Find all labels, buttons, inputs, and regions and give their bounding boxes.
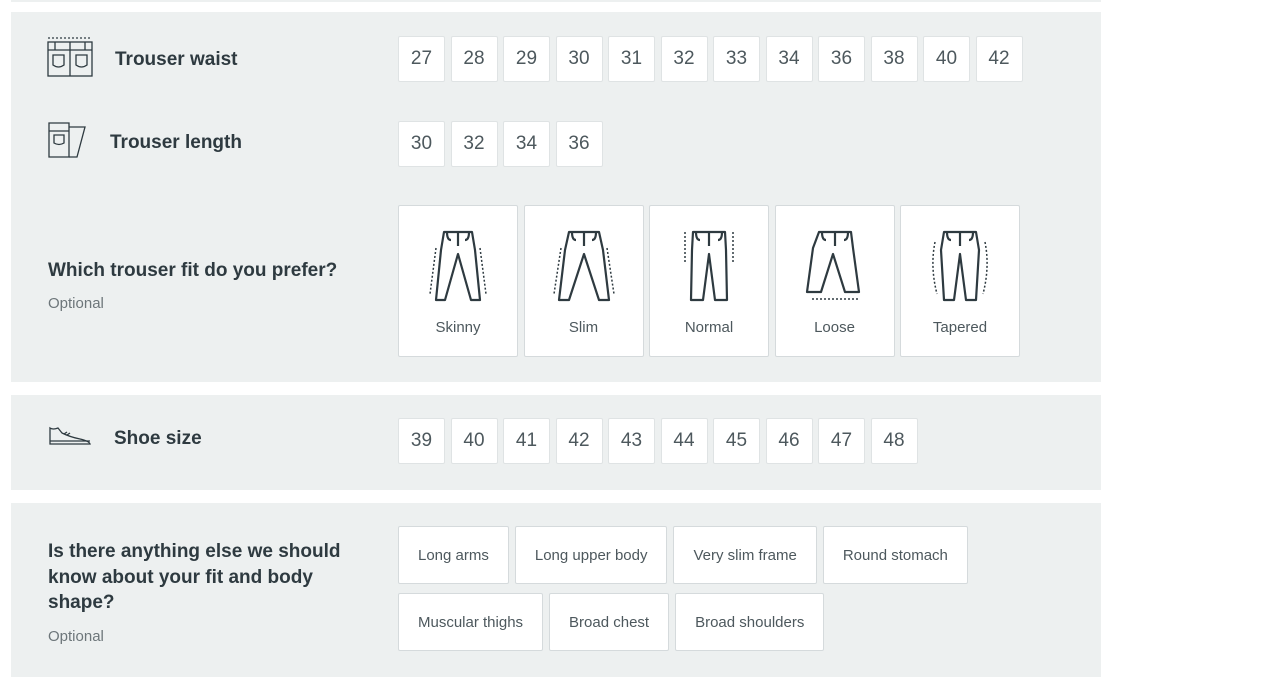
trouser-length-option-32[interactable]: 32 xyxy=(450,121,498,167)
body-shape-tag-round-stomach[interactable]: Round stomach xyxy=(822,526,968,584)
trouser-fit-optional-label: Optional xyxy=(48,295,104,312)
trouser-waist-options: 27 28 29 30 31 32 33 34 36 38 40 42 xyxy=(398,36,1028,82)
body-shape-tag-broad-chest[interactable]: Broad chest xyxy=(549,593,670,651)
trouser-waist-option-29[interactable]: 29 xyxy=(503,36,550,82)
fit-label-slim: Slim xyxy=(568,319,599,336)
shoe-size-option-45[interactable]: 45 xyxy=(713,418,760,464)
shoe-size-row-label: Shoe size xyxy=(48,425,202,452)
trouser-length-option-34[interactable]: 34 xyxy=(503,121,550,167)
trousers-panel: Trouser waist 27 28 29 30 31 32 33 34 36 38 40 42 T… xyxy=(11,12,1101,382)
fit-label-loose: Loose xyxy=(814,319,855,336)
shoes-panel: Shoe size 39 40 41 42 43 44 45 46 47 48 xyxy=(11,395,1101,490)
shoe-size-option-41[interactable]: 41 xyxy=(503,418,550,464)
trouser-length-option-36[interactable]: 36 xyxy=(555,121,603,167)
body-shape-question-line: Is there anything else we should xyxy=(48,541,341,562)
trouser-waist-row-label: Trouser waist xyxy=(47,36,238,83)
body-shape-options: Long arms Long upper body Very slim frame R… xyxy=(398,526,974,660)
trouser-waist-option-31[interactable]: 31 xyxy=(608,36,655,82)
shoe-size-options: 39 40 41 42 43 44 45 46 47 48 xyxy=(398,418,923,464)
trouser-waist-option-34[interactable]: 34 xyxy=(765,36,813,82)
trouser-waist-option-30[interactable]: 30 xyxy=(555,36,603,82)
trouser-fit-options: Skinny Slim Normal Loose Tapered xyxy=(398,205,1026,357)
trouser-length-row-label: Trouser length xyxy=(48,121,242,164)
trouser-waist-option-32[interactable]: 32 xyxy=(660,36,708,82)
trouser-waist-option-38[interactable]: 38 xyxy=(870,36,918,82)
fit-label-skinny: Skinny xyxy=(435,319,481,336)
trouser-fit-question: Which trouser fit do you prefer? xyxy=(48,260,338,281)
trouser-waist-option-33[interactable]: 33 xyxy=(713,36,760,82)
fit-option-normal[interactable]: Normal xyxy=(649,205,769,357)
shoe-size-option-40[interactable]: 40 xyxy=(450,418,498,464)
body-shape-tag-muscular-thighs[interactable]: Muscular thighs xyxy=(398,593,544,651)
body-shape-tag-broad-shoulders[interactable]: Broad shoulders xyxy=(675,593,825,651)
trouser-waist-option-27[interactable]: 27 xyxy=(398,36,445,82)
body-shape-optional-label: Optional xyxy=(48,628,104,645)
fit-option-loose[interactable]: Loose xyxy=(774,205,895,357)
trouser-length-label: Trouser length xyxy=(110,131,242,153)
shoe-size-option-47[interactable]: 47 xyxy=(818,418,865,464)
shoe-size-option-48[interactable]: 48 xyxy=(870,418,918,464)
shoe-size-option-44[interactable]: 44 xyxy=(660,418,708,464)
body-shape-question-line: shape? xyxy=(48,592,115,613)
shoe-size-option-42[interactable]: 42 xyxy=(555,418,603,464)
trouser-waist-label: Trouser waist xyxy=(115,48,238,70)
body-shape-options-row: Muscular thighs Broad chest Broad shoulder… xyxy=(398,593,974,651)
trouser-length-option-30[interactable]: 30 xyxy=(398,121,445,167)
fit-option-tapered[interactable]: Tapered xyxy=(900,205,1020,357)
body-shape-panel: Is there anything else we should know ab… xyxy=(11,503,1101,677)
trouser-waist-option-28[interactable]: 28 xyxy=(450,36,498,82)
trouser-length-icon xyxy=(48,121,88,164)
shoe-icon xyxy=(48,425,92,452)
body-shape-tag-very-slim-frame[interactable]: Very slim frame xyxy=(673,526,817,584)
body-shape-options-row: Long arms Long upper body Very slim frame R… xyxy=(398,526,974,584)
body-shape-tag-long-arms[interactable]: Long arms xyxy=(398,526,509,584)
trouser-waist-option-42[interactable]: 42 xyxy=(975,36,1023,82)
fit-option-skinny[interactable]: Skinny xyxy=(398,205,518,357)
trouser-length-options: 30 32 34 36 xyxy=(398,121,608,167)
trouser-waist-icon xyxy=(47,36,93,83)
body-shape-question-line: know about your fit and body xyxy=(48,566,313,588)
shoe-size-label: Shoe size xyxy=(114,427,202,449)
fit-label-normal: Normal xyxy=(684,319,734,336)
fit-label-tapered: Tapered xyxy=(932,319,988,336)
trouser-waist-option-36[interactable]: 36 xyxy=(818,36,865,82)
fit-option-slim[interactable]: Slim xyxy=(523,205,644,357)
shoe-size-option-39[interactable]: 39 xyxy=(398,418,445,464)
body-shape-tag-long-upper-body[interactable]: Long upper body xyxy=(514,526,668,584)
shoe-size-option-46[interactable]: 46 xyxy=(765,418,813,464)
trouser-waist-option-40[interactable]: 40 xyxy=(923,36,970,82)
shoe-size-option-43[interactable]: 43 xyxy=(608,418,655,464)
body-shape-question: Is there anything else we should know ab… xyxy=(48,539,340,616)
previous-panel-edge xyxy=(11,0,1101,2)
